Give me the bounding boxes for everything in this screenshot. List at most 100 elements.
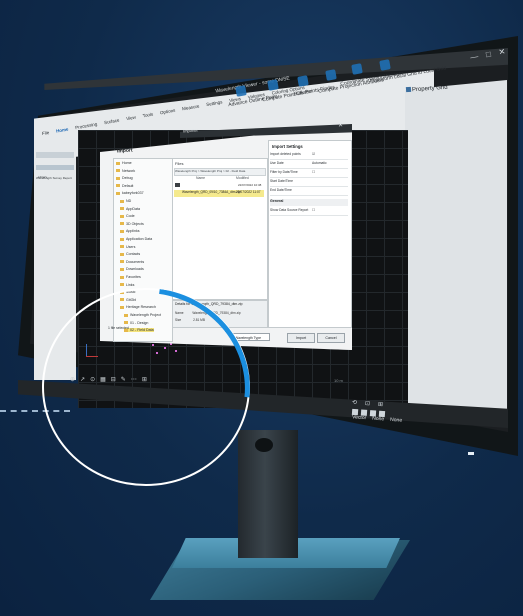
setting-show-report[interactable]: Show Data Source Report ☐ — [270, 208, 348, 216]
tree-item-label: Home — [122, 161, 132, 165]
setting-use-date[interactable]: Use Date Automatic — [270, 161, 348, 169]
geo-dropdown[interactable]: None — [372, 416, 384, 423]
setting-end-date[interactable]: End Date/Time — [270, 188, 348, 196]
cluster-icon — [267, 79, 279, 91]
tree-item-label: Applinks — [126, 229, 140, 234]
folder-modified: 22/07/2022 10:38 — [238, 183, 262, 187]
setting-value[interactable]: Automatic — [312, 161, 327, 165]
setting-label: Filter by Date/Time — [270, 170, 298, 174]
coordinate-icon — [351, 63, 363, 75]
setting-import-deleted[interactable]: Import deleted points ☑ — [270, 152, 348, 160]
tree-item-label: ND — [126, 199, 132, 203]
layout-icon[interactable]: ⊞ — [378, 401, 384, 408]
setting-label: Import deleted points — [270, 152, 301, 156]
tree-item[interactable]: Applinks — [120, 229, 140, 233]
folder-icon — [116, 184, 120, 188]
folder-icon — [120, 283, 124, 287]
tree-item[interactable]: 3D Objects — [120, 222, 144, 226]
tree-item[interactable]: Debug — [116, 176, 133, 180]
folder-icon — [120, 275, 124, 279]
setting-checkbox[interactable]: ☐ — [312, 208, 315, 212]
setting-checkbox[interactable]: ☑ — [312, 152, 315, 156]
setting-label: Start Date/Time — [270, 179, 293, 183]
minimize-button[interactable]: — — [469, 52, 478, 62]
file-row[interactable]: Wavelength_QRD_09/10_7384A_dtm.zip 22/07… — [174, 190, 264, 197]
file-list-columns: Name Modified — [174, 176, 264, 180]
none-dropdown[interactable]: None — [390, 417, 402, 424]
folder-icon — [116, 176, 120, 180]
folder-icon — [116, 161, 120, 165]
import-heading: Import — [116, 147, 133, 155]
tree-item[interactable]: Default — [116, 184, 133, 188]
tree-item-label: Users — [126, 244, 136, 249]
folder-icon — [175, 183, 180, 187]
vector-dropdown[interactable]: Vector — [352, 414, 367, 421]
tree-item[interactable]: Home — [116, 161, 132, 165]
folder-icon — [120, 222, 124, 226]
tree-item[interactable]: AppData — [120, 207, 140, 211]
tree-item[interactable]: ND — [120, 199, 131, 203]
property-grid-panel — [405, 80, 507, 410]
cancel-button[interactable]: Cancel — [317, 333, 345, 343]
tree-item[interactable]: Documents — [120, 260, 144, 264]
tree-item[interactable]: kabeyfork037 — [116, 191, 144, 195]
file-name: Wavelength_QRD_09/10_7384A_dtm.zip — [182, 190, 241, 194]
cable-hole — [255, 438, 273, 452]
maximize-button[interactable]: □ — [485, 50, 491, 60]
tree-item-label: Application Data — [126, 237, 153, 241]
project-panel-tab[interactable]: Library — [36, 165, 74, 179]
import-settings-heading: Import Settings — [272, 144, 303, 149]
setting-checkbox[interactable]: ☐ — [312, 170, 315, 174]
frame-icon[interactable]: ⊡ — [365, 400, 371, 407]
monitor-indicator-light — [468, 452, 474, 455]
file-path-breadcrumb[interactable]: Wavelength Proj > Wavelength Proj > 02 -… — [174, 168, 266, 176]
tree-item[interactable]: Code — [120, 214, 135, 218]
importer-title: Importer — [182, 127, 199, 134]
tree-item-label: Debug — [122, 176, 133, 181]
transform-icon — [379, 59, 391, 71]
tree-item-label: Favorites — [126, 275, 141, 279]
setting-label: Show Data Source Report — [270, 208, 309, 212]
setting-label: Use Date — [270, 161, 284, 165]
outline-icon — [235, 85, 247, 97]
column-modified[interactable]: Modified — [236, 176, 249, 180]
setting-filter-date[interactable]: Filter by Date/Time ☐ — [270, 170, 348, 178]
tree-item[interactable]: Links — [120, 283, 134, 287]
folder-icon — [116, 191, 120, 195]
folder-icon — [120, 214, 124, 218]
tree-item[interactable]: Network — [116, 169, 135, 173]
tree-item[interactable]: Favorites — [120, 275, 141, 279]
tree-item-label: Default — [122, 183, 134, 188]
folder-icon — [120, 237, 124, 241]
tree-item-label: Downloads — [126, 267, 144, 272]
scale-bar: 10 m — [334, 378, 343, 383]
project-tree-item[interactable]: Wavelength Survey Report — [36, 176, 72, 180]
folder-icon — [120, 260, 124, 264]
close-button[interactable]: ✕ — [498, 47, 506, 57]
tree-item[interactable]: Users — [120, 245, 135, 249]
folder-icon — [120, 229, 124, 233]
folder-icon — [120, 267, 124, 271]
tree-item-label: Links — [126, 282, 135, 287]
dialog-close-button[interactable]: ✕ — [338, 122, 343, 129]
points-icon — [297, 75, 309, 87]
tree-item[interactable]: Contacts — [120, 252, 140, 256]
folder-icon — [120, 199, 124, 203]
tree-item-label: kabeyfork037 — [122, 191, 144, 196]
files-header: Files — [175, 161, 184, 166]
column-name[interactable]: Name — [196, 176, 205, 180]
rotate-icon[interactable]: ⟲ — [352, 399, 358, 406]
tree-item-label: Network — [122, 168, 136, 173]
tree-item[interactable]: Application Data — [120, 237, 152, 241]
setting-start-date[interactable]: Start Date/Time — [270, 179, 348, 187]
tree-item-label: 3D Objects — [126, 221, 144, 226]
folder-icon — [120, 252, 124, 256]
setting-label: End Date/Time — [270, 188, 292, 192]
project-panel-search[interactable] — [36, 152, 74, 158]
projection-icon — [325, 69, 337, 81]
general-section-heading: General — [270, 199, 348, 206]
tree-item[interactable]: Downloads — [120, 267, 144, 271]
import-button[interactable]: Import — [287, 333, 315, 343]
file-modified: 22/07/2022 11:07 — [236, 190, 261, 194]
tree-item-label: AppData — [126, 206, 140, 211]
